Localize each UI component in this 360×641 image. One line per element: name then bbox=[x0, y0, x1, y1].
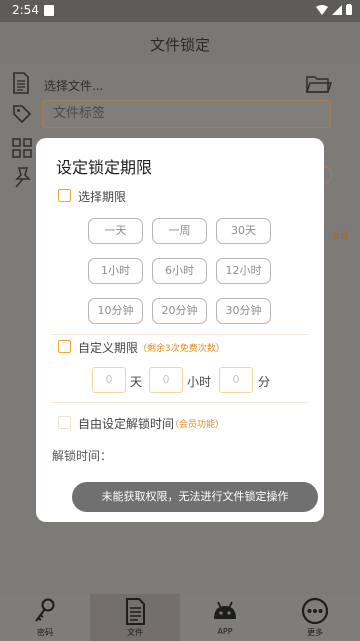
period-option-30min[interactable]: 30分钟 bbox=[216, 298, 271, 324]
period-option-10min[interactable]: 10分钟 bbox=[88, 298, 143, 324]
nav-item-app[interactable]: APP bbox=[180, 594, 270, 641]
grid-icon bbox=[12, 138, 32, 158]
period-option-20min[interactable]: 20分钟 bbox=[152, 298, 207, 324]
document-icon bbox=[12, 72, 30, 94]
period-option-1hour[interactable]: 1小时 bbox=[88, 258, 143, 284]
notification-icon bbox=[44, 5, 54, 16]
period-label: 选择期限 bbox=[78, 188, 126, 205]
more-icon bbox=[301, 597, 329, 625]
hours-input[interactable]: 0 bbox=[149, 367, 183, 393]
wifi-icon bbox=[316, 5, 328, 15]
divider bbox=[52, 402, 308, 403]
days-unit: 天 bbox=[130, 373, 142, 390]
pin-icon bbox=[12, 166, 32, 188]
bottom-nav: 密码 文件 APP 更多 bbox=[0, 594, 360, 641]
android-icon bbox=[211, 597, 239, 625]
custom-checkbox[interactable] bbox=[58, 340, 71, 353]
status-icons bbox=[316, 4, 352, 15]
file-icon bbox=[121, 597, 149, 625]
nav-label: APP bbox=[180, 627, 270, 636]
free-time-checkbox[interactable] bbox=[58, 416, 71, 429]
nav-label: 文件 bbox=[90, 627, 180, 638]
tag-icon bbox=[12, 104, 32, 124]
nav-label: 密码 bbox=[0, 627, 90, 638]
custom-label: 自定义期限 bbox=[78, 339, 138, 356]
status-time: 2:54 bbox=[12, 3, 39, 17]
signal-icon bbox=[332, 5, 342, 15]
period-option-1day[interactable]: 一天 bbox=[88, 218, 143, 244]
tag-input[interactable]: 文件标签 bbox=[42, 100, 331, 128]
divider bbox=[52, 334, 308, 335]
battery-icon bbox=[346, 4, 352, 15]
minutes-unit: 分 bbox=[258, 373, 270, 390]
member-hint: 会员 bbox=[332, 230, 348, 241]
toast-message: 未能获取权限，无法进行文件锁定操作 bbox=[72, 482, 318, 512]
app-header: 文件锁定 bbox=[0, 22, 360, 64]
folder-icon[interactable] bbox=[306, 74, 332, 94]
dialog-title: 设定锁定期限 bbox=[56, 154, 152, 178]
custom-note: （剩余3次免费次数） bbox=[138, 341, 225, 354]
period-option-1week[interactable]: 一周 bbox=[152, 218, 207, 244]
period-option-6hours[interactable]: 6小时 bbox=[152, 258, 207, 284]
nav-item-more[interactable]: 更多 bbox=[270, 594, 360, 641]
minutes-input[interactable]: 0 bbox=[219, 367, 253, 393]
status-bar: 2:54 bbox=[0, 0, 360, 22]
lock-period-dialog: 设定锁定期限 选择期限 一天 一周 30天 1小时 6小时 12小时 10分钟 … bbox=[36, 138, 324, 522]
days-input[interactable]: 0 bbox=[92, 367, 126, 393]
file-picker-placeholder[interactable]: 选择文件... bbox=[44, 77, 103, 94]
free-time-note: （会员功能） bbox=[170, 417, 224, 430]
nav-item-password[interactable]: 密码 bbox=[0, 594, 90, 641]
free-time-label: 自由设定解锁时间 bbox=[78, 415, 174, 432]
period-option-30days[interactable]: 30天 bbox=[216, 218, 271, 244]
unlock-time-label: 解锁时间： bbox=[52, 447, 112, 464]
page-title: 文件锁定 bbox=[0, 34, 360, 55]
period-checkbox[interactable] bbox=[58, 189, 71, 202]
key-icon bbox=[31, 597, 59, 625]
period-option-12hours[interactable]: 12小时 bbox=[216, 258, 271, 284]
nav-label: 更多 bbox=[270, 627, 360, 638]
nav-item-file[interactable]: 文件 bbox=[90, 594, 180, 641]
hours-unit: 小时 bbox=[187, 373, 211, 390]
